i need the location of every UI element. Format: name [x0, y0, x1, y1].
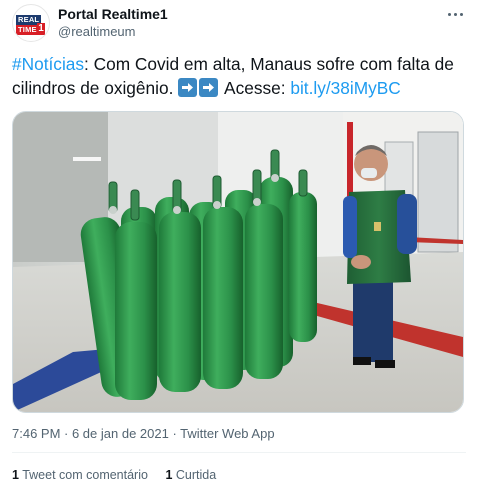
tweet-card: REAL TIME 1 Portal Realtime1 @realtimeum…	[0, 0, 478, 490]
author-name[interactable]: Portal Realtime1	[58, 6, 168, 22]
tweet-timestamp[interactable]: 7:46 PM · 6 de jan de 2021 · Twitter Web…	[12, 426, 275, 441]
avatar-logo-number: 1	[37, 23, 45, 35]
quote-label: Tweet com comentário	[22, 468, 148, 482]
author-handle[interactable]: @realtimeum	[58, 24, 136, 39]
like-label: Curtida	[175, 468, 217, 482]
right-arrow-icon	[178, 78, 198, 97]
likes-stat[interactable]: 1 Curtida	[165, 468, 216, 482]
avatar-logo-line2: TIME	[16, 25, 39, 35]
avatar[interactable]: REAL TIME 1	[12, 4, 50, 42]
right-arrow-icon	[199, 78, 219, 97]
tweet-stats: 1 Tweet com comentário 1 Curtida	[12, 468, 230, 482]
tweet-text-part2: Acesse:	[220, 78, 291, 98]
tweet-link[interactable]: bit.ly/38iMyBC	[290, 78, 400, 98]
photo-scene	[13, 112, 463, 412]
tweet-text: #Notícias: Com Covid em alta, Manaus sof…	[12, 52, 472, 100]
tweet-photo[interactable]	[12, 111, 464, 413]
hashtag-link[interactable]: #Notícias	[12, 54, 84, 74]
like-count: 1	[165, 468, 173, 482]
quote-tweets-stat[interactable]: 1 Tweet com comentário	[12, 468, 148, 482]
more-options-icon[interactable]	[446, 8, 466, 22]
divider	[12, 452, 466, 453]
quote-count: 1	[12, 468, 19, 482]
